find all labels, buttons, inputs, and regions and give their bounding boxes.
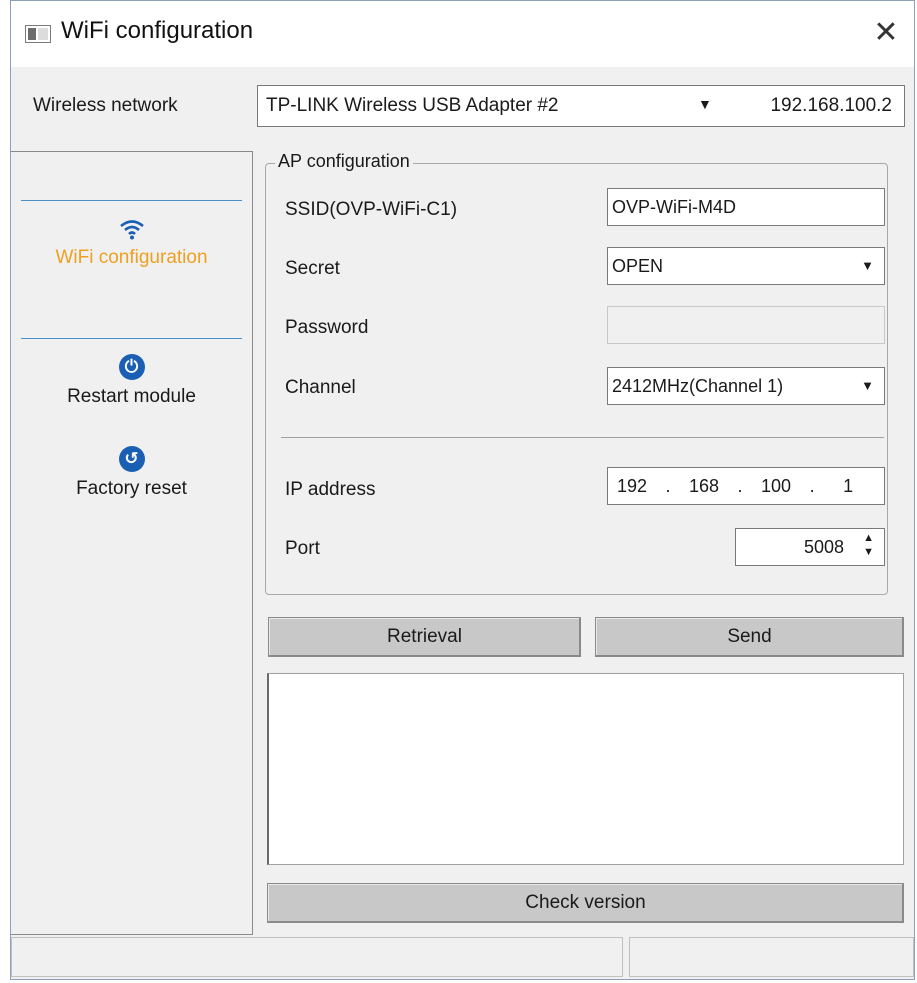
wireless-network-label: Wireless network xyxy=(33,95,178,116)
spin-up-icon[interactable]: ▲ xyxy=(863,531,874,545)
log-output[interactable] xyxy=(267,673,904,865)
channel-select[interactable]: 2412MHz(Channel 1) ▼ xyxy=(607,367,885,405)
app-icon xyxy=(25,25,51,43)
status-bar xyxy=(11,937,914,981)
ap-configuration-title: AP configuration xyxy=(275,151,413,172)
sidebar-item-factory-reset[interactable]: ↺ Factory reset xyxy=(11,446,252,500)
channel-value: 2412MHz(Channel 1) xyxy=(612,376,784,396)
send-button[interactable]: Send xyxy=(595,617,904,657)
ssid-input[interactable]: OVP-WiFi-M4D xyxy=(607,188,885,226)
sidebar-item-label: Restart module xyxy=(67,386,196,407)
sidebar-item-label: Factory reset xyxy=(76,478,187,499)
adapter-ip: 192.168.100.2 xyxy=(770,95,892,116)
wifi-icon xyxy=(119,220,144,240)
chevron-down-icon[interactable]: ▼ xyxy=(861,368,874,404)
spin-buttons[interactable]: ▲ ▼ xyxy=(863,531,874,559)
close-button[interactable]: ✕ xyxy=(866,13,906,53)
password-label: Password xyxy=(285,317,369,338)
reset-icon: ↺ xyxy=(118,446,145,472)
password-input[interactable] xyxy=(607,306,885,344)
sidebar-item-wifi-configuration[interactable]: WiFi configuration xyxy=(11,218,252,269)
power-icon: ⏻ xyxy=(118,354,145,380)
secret-select[interactable]: OPEN ▼ xyxy=(607,247,885,285)
status-pane-left xyxy=(11,937,623,977)
retrieval-button[interactable]: Retrieval xyxy=(268,617,581,657)
title-bar: WiFi configuration ✕ xyxy=(11,1,914,67)
adapter-value: TP-LINK Wireless USB Adapter #2 xyxy=(266,95,559,116)
wifi-config-window: WiFi configuration ✕ Wireless network TP… xyxy=(10,0,915,980)
status-pane-right xyxy=(629,937,914,977)
ip-dot: . xyxy=(809,476,815,496)
secret-value: OPEN xyxy=(612,256,664,276)
ssid-label: SSID(OVP-WiFi-C1) xyxy=(285,199,458,220)
sidebar-item-label: WiFi configuration xyxy=(55,247,208,268)
sidebar: WiFi configuration ⏻ Restart module ↺ Fa… xyxy=(11,151,253,935)
ip-address-label: IP address xyxy=(285,479,376,500)
port-stepper[interactable]: 5008 ▲ ▼ xyxy=(735,528,885,566)
window-title: WiFi configuration xyxy=(61,17,254,44)
spin-down-icon[interactable]: ▼ xyxy=(863,545,874,559)
ip-octet[interactable]: 100 xyxy=(756,468,796,504)
chevron-down-icon[interactable]: ▼ xyxy=(861,248,874,284)
section-divider xyxy=(281,437,884,438)
chevron-down-icon[interactable]: ▼ xyxy=(698,96,712,112)
ip-octet[interactable]: 1 xyxy=(828,468,868,504)
check-version-button[interactable]: Check version xyxy=(267,883,904,923)
sidebar-divider xyxy=(21,338,242,339)
wireless-network-select[interactable]: TP-LINK Wireless USB Adapter #2 ▼ 192.16… xyxy=(257,85,905,127)
secret-label: Secret xyxy=(285,258,340,279)
channel-label: Channel xyxy=(285,377,356,398)
ip-dot: . xyxy=(665,476,671,496)
port-value: 5008 xyxy=(803,537,844,557)
ip-octet[interactable]: 168 xyxy=(684,468,724,504)
ip-octet[interactable]: 192 xyxy=(612,468,652,504)
ip-dot: . xyxy=(737,476,743,496)
port-label: Port xyxy=(285,538,320,559)
sidebar-divider xyxy=(21,200,242,201)
sidebar-item-restart-module[interactable]: ⏻ Restart module xyxy=(11,354,252,408)
ip-address-input[interactable]: 192 . 168 . 100 . 1 xyxy=(607,467,885,505)
